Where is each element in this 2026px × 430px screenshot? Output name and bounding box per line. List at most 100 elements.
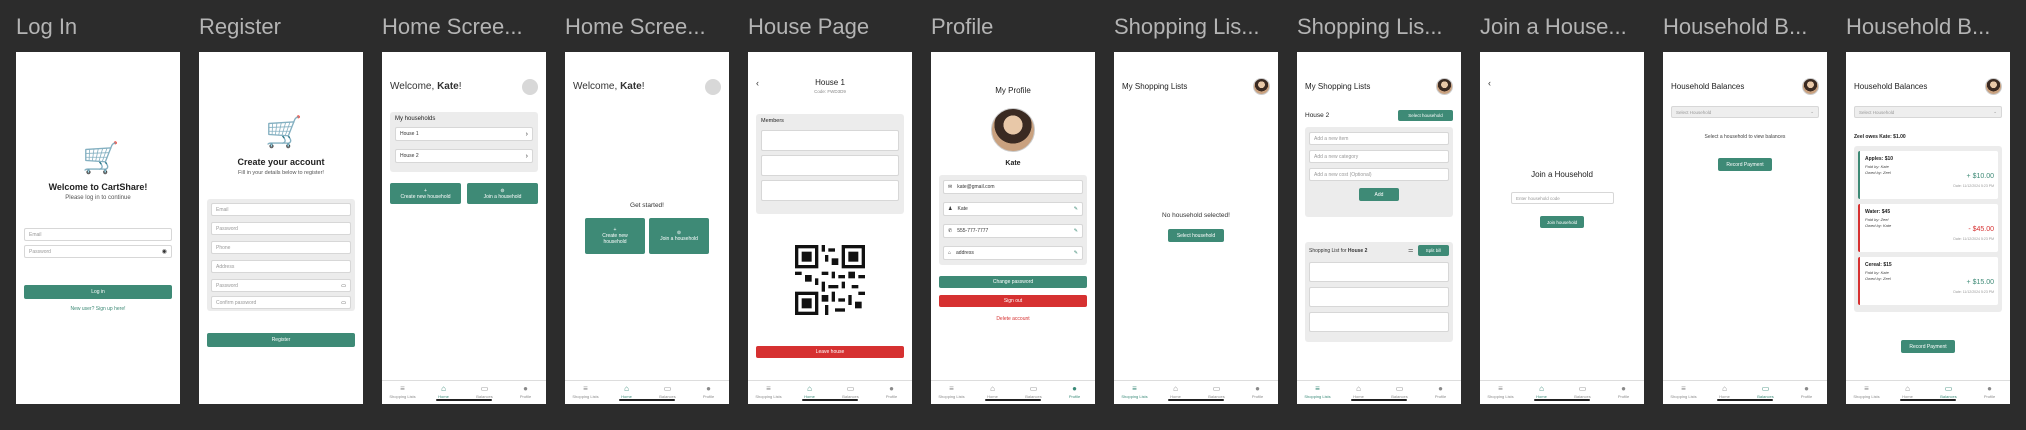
nav-home[interactable]: ⌂ Home xyxy=(1708,385,1742,400)
split-bill-button[interactable]: Split bill xyxy=(1418,245,1449,256)
email-field[interactable]: Email xyxy=(24,228,172,241)
household-select[interactable]: Select Household ⌄ xyxy=(1854,106,2002,118)
change-password-button[interactable]: Change password xyxy=(939,276,1087,288)
nav-home[interactable]: ⌂ Home xyxy=(976,385,1010,400)
leave-house-button[interactable]: Leave house xyxy=(756,346,904,358)
chevron-left-icon[interactable]: ‹ xyxy=(1488,78,1491,88)
phone-value: 555-777-7777 xyxy=(957,228,989,234)
address-field[interactable]: Address xyxy=(211,260,351,273)
nav-profile[interactable]: ● Profile xyxy=(875,385,909,400)
nav-profile[interactable]: ● Profile xyxy=(509,385,543,400)
password-field-2[interactable]: Password ▭ xyxy=(211,279,351,292)
record-payment-button[interactable]: Record Payment xyxy=(1718,158,1772,171)
nav-home[interactable]: ⌂ Home xyxy=(793,385,827,400)
avatar[interactable] xyxy=(1985,78,2002,95)
add-item-button[interactable]: Add xyxy=(1359,188,1399,201)
nav-label: Profile xyxy=(702,394,715,399)
nav-balances[interactable]: ▭ Balances xyxy=(1200,385,1234,400)
nav-profile[interactable]: ● Profile xyxy=(1790,385,1824,400)
nav-home[interactable]: ⌂ Home xyxy=(1159,385,1193,400)
pencil-icon[interactable]: ✎ xyxy=(1074,250,1078,256)
avatar[interactable] xyxy=(1253,78,1270,95)
household-select[interactable]: Select Household ⌄ xyxy=(1671,106,1819,118)
nav-balances[interactable]: ▭ Balances xyxy=(1383,385,1417,400)
list-item[interactable] xyxy=(1309,287,1449,307)
select-household-button[interactable]: Select household xyxy=(1168,229,1224,242)
household-code-input[interactable]: Enter household code xyxy=(1511,192,1614,204)
nav-shopping-lists[interactable]: ≡ Shopping Lists xyxy=(1850,385,1884,400)
balance-entry[interactable]: Apples: $10 Paid by: Kate Owed by: Zeel … xyxy=(1858,151,1998,199)
profile-photo[interactable] xyxy=(991,108,1035,152)
balance-entry[interactable]: Water: $45 Paid by: Zeel Owed by: Kate -… xyxy=(1858,204,1998,252)
nav-home[interactable]: ⌂ Home xyxy=(1342,385,1376,400)
household-item[interactable]: House 2 › xyxy=(395,149,533,163)
confirm-password-field[interactable]: Confirm password ▭ xyxy=(211,296,351,309)
signup-link[interactable]: New user? Sign up here! xyxy=(16,306,180,312)
password-field[interactable]: Password ◉ xyxy=(24,245,172,258)
nav-profile[interactable]: ● Profile xyxy=(1241,385,1275,400)
selected-house: House 2 xyxy=(1305,112,1330,119)
nav-profile[interactable]: ● Profile xyxy=(1058,385,1092,400)
register-button[interactable]: Register xyxy=(207,333,355,347)
item-input[interactable]: Add a new item xyxy=(1309,132,1449,145)
entry-paid-by: Paid by: Kate xyxy=(1865,270,1889,275)
cost-input[interactable]: Add a new cost (Optional) xyxy=(1309,168,1449,181)
join-household-button[interactable]: Join household xyxy=(1540,216,1584,228)
list-item[interactable] xyxy=(1309,262,1449,282)
nav-home[interactable]: ⌂ Home xyxy=(610,385,644,400)
eye-icon[interactable]: ▭ xyxy=(341,283,346,289)
eye-icon[interactable]: ◉ xyxy=(162,248,167,255)
nav-balances[interactable]: ▭ Balances xyxy=(1749,385,1783,400)
household-item[interactable]: House 1 › xyxy=(395,127,533,141)
nav-profile[interactable]: ● Profile xyxy=(1607,385,1641,400)
nav-profile[interactable]: ● Profile xyxy=(1973,385,2007,400)
nav-home[interactable]: ⌂ Home xyxy=(1525,385,1559,400)
nav-shopping-lists[interactable]: ≡ Shopping Lists xyxy=(1301,385,1335,400)
nav-profile[interactable]: ● Profile xyxy=(1424,385,1458,400)
select-household-button[interactable]: Select household xyxy=(1398,110,1453,121)
avatar[interactable] xyxy=(705,79,721,95)
welcome-prefix: Welcome, xyxy=(390,81,438,92)
register-title: Create your account xyxy=(237,157,325,167)
profile-screen: My Profile Kate ✉ kate@gmail.com ♟ Kate ✎ … xyxy=(931,52,1095,404)
nav-shopping-lists[interactable]: ≡ Shopping Lists xyxy=(1484,385,1518,400)
avatar[interactable] xyxy=(1436,78,1453,95)
nav-home[interactable]: ⌂ Home xyxy=(1891,385,1925,400)
login-button[interactable]: Log in xyxy=(24,285,172,299)
pencil-icon[interactable]: ✎ xyxy=(1074,206,1078,212)
category-input[interactable]: Add a new category xyxy=(1309,150,1449,163)
record-payment-button[interactable]: Record Payment xyxy=(1901,340,1955,353)
balance-entry[interactable]: Cereal: $15 Paid by: Kate Owed by: Zeel … xyxy=(1858,257,1998,305)
nav-shopping-lists[interactable]: ≡ Shopping Lists xyxy=(569,385,603,400)
nav-profile[interactable]: ● Profile xyxy=(692,385,726,400)
nav-balances[interactable]: ▭ Balances xyxy=(651,385,685,400)
sliders-icon[interactable]: ⚌ xyxy=(1408,247,1413,254)
nav-balances[interactable]: ▭ Balances xyxy=(834,385,868,400)
pencil-icon[interactable]: ✎ xyxy=(1074,228,1078,234)
nav-balances[interactable]: ▭ Balances xyxy=(468,385,502,400)
join-household-button[interactable]: ⊚ Join a household xyxy=(649,218,709,254)
sign-out-button[interactable]: Sign out xyxy=(939,295,1087,307)
nav-shopping-lists[interactable]: ≡ Shopping Lists xyxy=(752,385,786,400)
select-placeholder: Select Household xyxy=(1676,109,1712,115)
nav-shopping-lists[interactable]: ≡ Shopping Lists xyxy=(935,385,969,400)
list-item[interactable] xyxy=(1309,312,1449,332)
frame-profile: Profile My Profile Kate ✉ kate@gmail.com … xyxy=(931,0,1095,430)
password-field[interactable]: Password xyxy=(211,222,351,235)
nav-balances[interactable]: ▭ Balances xyxy=(1566,385,1600,400)
nav-shopping-lists[interactable]: ≡ Shopping Lists xyxy=(1118,385,1152,400)
email-field[interactable]: Email xyxy=(211,203,351,216)
join-household-button[interactable]: ⊚ Join a household xyxy=(467,183,538,204)
create-household-button[interactable]: + Create new household xyxy=(390,183,461,204)
phone-field[interactable]: Phone xyxy=(211,241,351,254)
nav-home[interactable]: ⌂ Home xyxy=(427,385,461,400)
avatar[interactable] xyxy=(522,79,538,95)
nav-shopping-lists[interactable]: ≡ Shopping Lists xyxy=(386,385,420,400)
avatar[interactable] xyxy=(1802,78,1819,95)
nav-shopping-lists[interactable]: ≡ Shopping Lists xyxy=(1667,385,1701,400)
nav-balances[interactable]: ▭ Balances xyxy=(1932,385,1966,400)
nav-balances[interactable]: ▭ Balances xyxy=(1017,385,1051,400)
create-household-button[interactable]: + Create new household xyxy=(585,218,645,254)
eye-icon[interactable]: ▭ xyxy=(341,300,346,306)
delete-account-link[interactable]: Delete account xyxy=(931,316,1095,322)
